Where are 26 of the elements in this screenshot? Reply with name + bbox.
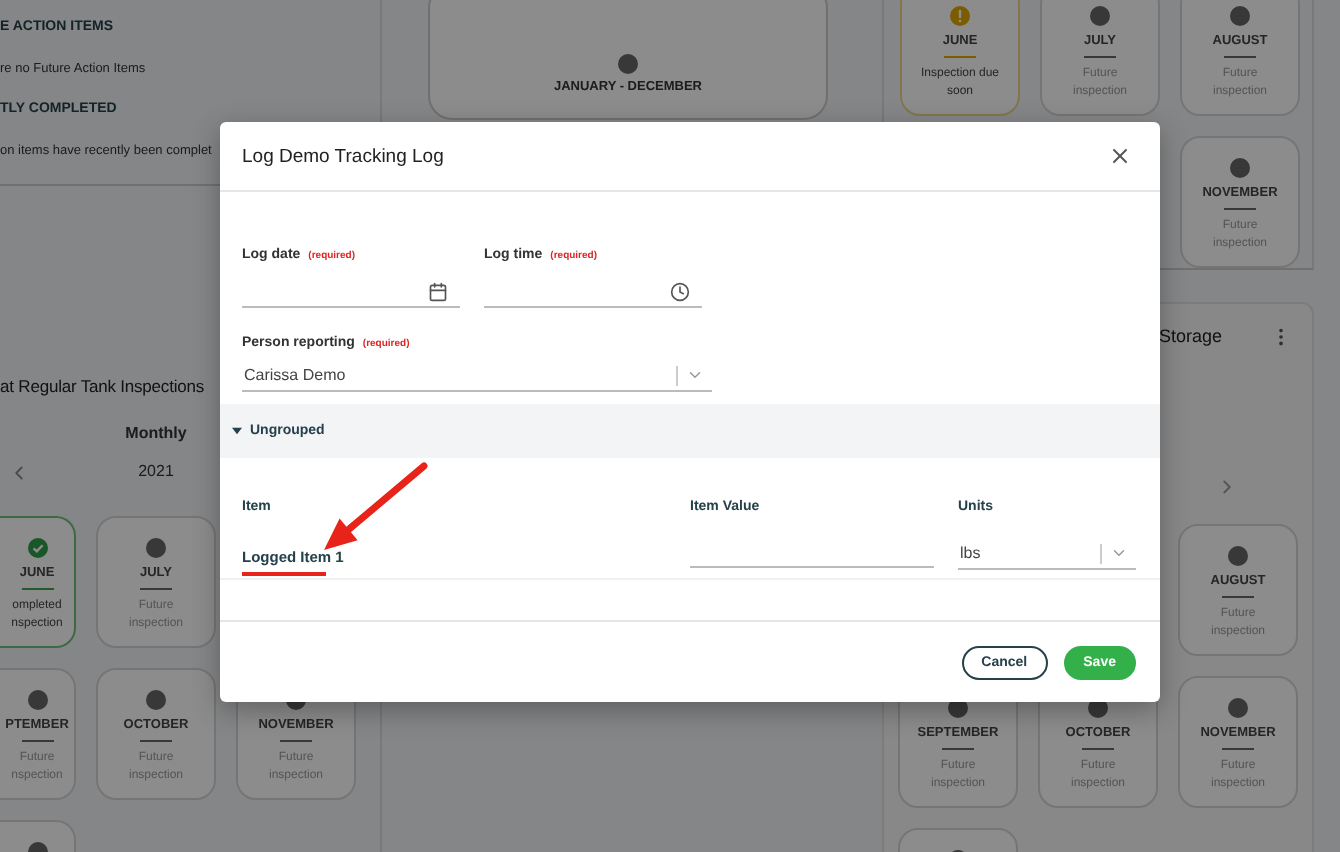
calendar-icon[interactable] xyxy=(428,281,448,301)
schedule-title: at Regular Tank Inspections xyxy=(0,376,207,396)
caret-icon[interactable] xyxy=(232,426,242,436)
panel-title: Storage xyxy=(1158,326,1222,346)
chevron-icon xyxy=(686,366,704,384)
dialog-title: Log Demo Tracking Log xyxy=(242,145,444,167)
close-icon xyxy=(1108,144,1132,168)
year-label: 2021 xyxy=(138,462,174,480)
frequency-label: Monthly xyxy=(125,424,187,442)
arrow-annotation xyxy=(324,462,428,550)
status-dot-icon xyxy=(1090,6,1110,26)
close-button[interactable] xyxy=(1108,144,1132,168)
status-dot-icon xyxy=(1230,6,1250,26)
alert-icon xyxy=(950,6,970,26)
status-dot-icon xyxy=(1228,698,1248,718)
check-icon xyxy=(27,538,47,558)
clock-icon[interactable] xyxy=(670,281,690,301)
status-dot-icon xyxy=(1230,158,1250,178)
status-dot-icon xyxy=(146,690,166,710)
select-field[interactable]: Carissa Demo xyxy=(242,360,712,392)
select-field[interactable]: lbs xyxy=(958,538,1136,570)
status-dot-icon xyxy=(146,538,166,558)
status-dot-icon xyxy=(618,54,638,74)
chevron-icon xyxy=(1110,544,1128,562)
status-dot-icon xyxy=(27,690,47,710)
status-dot-icon xyxy=(1228,546,1248,566)
